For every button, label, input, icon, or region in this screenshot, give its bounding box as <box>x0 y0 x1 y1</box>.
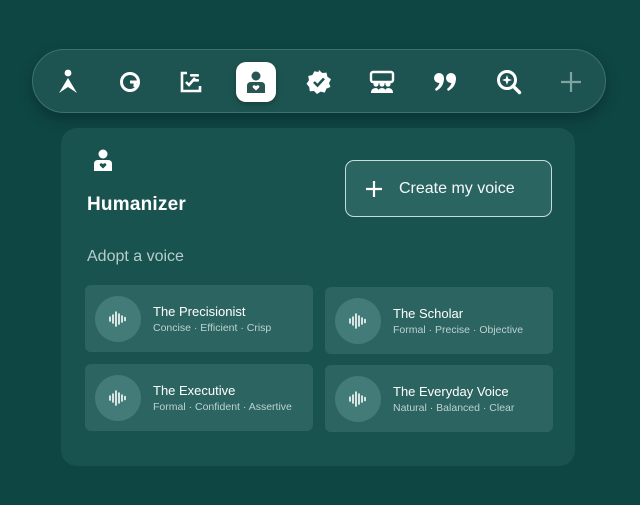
waveform-icon <box>95 296 141 342</box>
voice-card-everyday[interactable]: The Everyday Voice Natural · Balanced · … <box>325 365 553 432</box>
plus-icon <box>366 180 382 197</box>
humanizer-panel: Humanizer Create my voice Adopt a voice … <box>61 128 575 466</box>
tool-person-a[interactable] <box>48 62 88 102</box>
waveform-icon <box>335 298 381 344</box>
quote-icon <box>434 73 456 91</box>
humanizer-icon <box>94 149 112 171</box>
section-heading: Adopt a voice <box>87 248 184 265</box>
tool-add[interactable] <box>551 62 591 102</box>
tool-humanizer[interactable] <box>236 62 276 102</box>
voice-name: The Scholar <box>393 306 464 321</box>
create-voice-label: Create my voice <box>399 179 515 197</box>
voice-traits: Formal · Confident · Assertive <box>153 401 292 413</box>
tool-grammarly[interactable] <box>110 62 150 102</box>
voice-traits: Formal · Precise · Objective <box>393 324 524 336</box>
person-a-icon <box>59 69 77 93</box>
verified-badge-icon <box>306 70 331 94</box>
tool-quote[interactable] <box>425 62 465 102</box>
voice-traits: Natural · Balanced · Clear <box>393 402 515 414</box>
tool-verified[interactable] <box>299 62 339 102</box>
tool-ai-search[interactable] <box>489 62 529 102</box>
grammarly-g-icon <box>120 72 140 92</box>
tool-rewrite[interactable] <box>171 62 211 102</box>
ai-search-icon <box>497 70 522 95</box>
voice-name: The Executive <box>153 383 236 398</box>
tool-bar <box>32 49 606 113</box>
waveform-icon <box>335 376 381 422</box>
voice-name: The Precisionist <box>153 304 246 319</box>
add-icon <box>561 72 581 92</box>
voice-card-scholar[interactable]: The Scholar Formal · Precise · Objective <box>325 287 553 354</box>
voice-traits: Concise · Efficient · Crisp <box>153 322 272 334</box>
voice-card-precisionist[interactable]: The Precisionist Concise · Efficient · C… <box>85 285 313 352</box>
waveform-icon <box>95 375 141 421</box>
create-voice-button[interactable]: Create my voice <box>345 160 552 217</box>
tool-audience[interactable] <box>362 62 402 102</box>
page-title: Humanizer <box>87 194 186 215</box>
voice-card-executive[interactable]: The Executive Formal · Confident · Asser… <box>85 364 313 431</box>
rewrite-icon <box>180 71 202 93</box>
audience-icon <box>369 70 395 93</box>
voice-name: The Everyday Voice <box>393 384 509 399</box>
humanizer-icon <box>247 71 265 93</box>
